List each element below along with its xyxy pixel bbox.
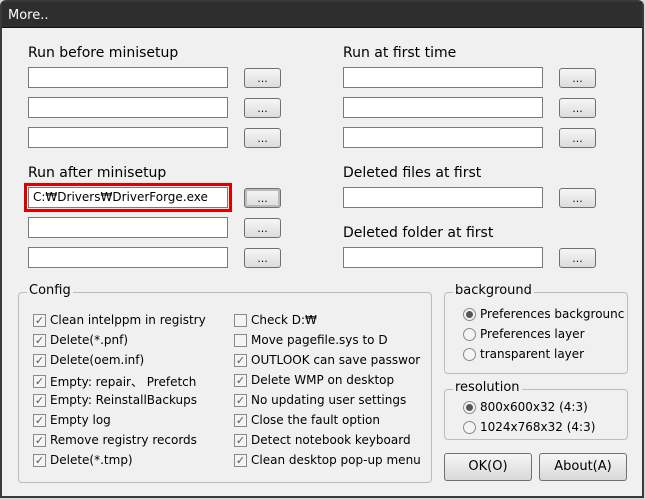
checkbox-box[interactable]: ✓ [33,333,46,347]
browse-button[interactable]: ... [559,98,596,118]
checkbox-box[interactable]: ✓ [234,413,247,427]
checkbox-box[interactable] [234,333,247,347]
background-radio[interactable]: Preferences layer [463,327,585,341]
checkbox-box[interactable]: ✓ [33,393,46,407]
run-after-input[interactable] [28,247,228,268]
checkbox-box[interactable]: ✓ [33,375,46,388]
radio-label: Preferences layer [480,327,585,341]
browse-button[interactable]: ... [559,128,596,148]
checkbox-box[interactable]: ✓ [234,433,247,447]
config-checkbox[interactable]: ✓ Delete(oem.inf) [33,353,144,367]
deleted-folder-input[interactable] [343,247,543,268]
checkbox-label: Delete WMP on desktop [251,373,395,387]
run-first-label: Run at first time [343,45,457,61]
browse-button[interactable]: ... [244,218,281,238]
config-group-title: Config [27,283,73,298]
run-after-label: Run after minisetup [28,165,167,181]
checkbox-box[interactable]: ✓ [234,373,247,387]
checkbox-box[interactable]: ✓ [33,433,46,447]
config-checkbox[interactable]: ✓ Clean desktop pop-up menu [234,453,421,467]
checkbox-label: Clean intelppm in registry [50,313,206,327]
checkbox-label: Delete(*.tmp) [50,453,133,467]
run-before-input[interactable] [28,97,228,118]
browse-button[interactable]: ... [559,248,596,268]
checkbox-label: Empty: repair、 Prefetch [50,375,197,389]
run-before-label: Run before minisetup [28,45,179,61]
checkbox-label: Check D:₩ [251,313,317,327]
checkbox-box[interactable]: ✓ [234,393,247,407]
checkbox-label: Detect notebook keyboard [251,433,411,447]
browse-button[interactable]: ... [244,188,281,208]
run-first-input[interactable] [343,67,543,88]
checkbox-box[interactable]: ✓ [33,313,46,327]
resolution-radio[interactable]: 800x600x32 (4:3) [463,400,588,414]
deleted-files-label: Deleted files at first [343,165,482,181]
checkbox-box[interactable]: ✓ [33,453,46,467]
config-checkbox[interactable]: ✓ Delete WMP on desktop [234,373,394,387]
radio-label: transparent layer [480,347,585,361]
browse-button[interactable]: ... [559,68,596,88]
config-checkbox[interactable]: ✓ No updating user settings [234,393,406,407]
checkbox-box[interactable]: ✓ [33,413,46,427]
config-checkbox[interactable]: ✓ Close the fault option [234,413,380,427]
config-checkbox[interactable]: ✓ Empty log [33,413,111,427]
run-first-input[interactable] [343,127,543,148]
config-checkbox[interactable]: ✓ Clean intelppm in registry [33,313,206,327]
checkbox-label: Empty: ReinstallBackups [50,393,198,407]
radio-dot [466,403,473,411]
browse-button[interactable]: ... [244,68,281,88]
radio-circle[interactable] [463,327,476,341]
radio-circle[interactable] [463,400,476,414]
config-checkbox[interactable]: Check D:₩ [234,313,317,327]
config-checkbox[interactable]: ✓ Empty: ReinstallBackups [33,393,197,407]
radio-dot [466,310,473,318]
run-after-input[interactable] [28,217,228,238]
resolution-radio[interactable]: 1024x768x32 (4:3) [463,420,595,434]
run-first-input[interactable] [343,97,543,118]
checkbox-label: Clean desktop pop-up menu [251,453,421,467]
run-before-input[interactable] [28,67,228,88]
config-checkbox[interactable]: ✓ OUTLOOK can save passwor [234,353,420,367]
checkbox-label: Delete(oem.inf) [50,353,145,367]
run-before-input[interactable] [28,127,228,148]
checkbox-label: Delete(*.pnf) [50,333,129,347]
about-button[interactable]: About(A) [539,453,627,481]
deleted-files-input[interactable] [343,187,543,208]
checkbox-label: Move pagefile.sys to D [251,333,388,347]
browse-button[interactable]: ... [244,128,281,148]
ok-button[interactable]: OK(O) [444,453,532,481]
config-checkbox[interactable]: ✓ Delete(*.tmp) [33,453,133,467]
checkbox-label: Remove registry records [50,433,197,447]
radio-label: 800x600x32 (4:3) [480,400,588,414]
radio-label: 1024x768x32 (4:3) [480,420,596,434]
checkbox-box[interactable]: ✓ [234,453,247,467]
checkbox-box[interactable]: ✓ [33,353,46,367]
deleted-folder-label: Deleted folder at first [343,225,494,241]
radio-circle[interactable] [463,307,476,321]
checkbox-label: Empty log [50,413,111,427]
checkbox-box[interactable] [234,313,247,327]
checkbox-label: No updating user settings [251,393,407,407]
checkbox-box[interactable]: ✓ [234,353,247,367]
browse-button[interactable]: ... [559,188,596,208]
checkbox-label: OUTLOOK can save passwor [251,353,421,367]
radio-circle[interactable] [463,420,476,434]
checkbox-label: Close the fault option [251,413,380,427]
config-checkbox[interactable]: ✓ Detect notebook keyboard [234,433,411,447]
config-checkbox[interactable]: ✓ Empty: repair、 Prefetch [33,373,196,390]
config-checkbox[interactable]: Move pagefile.sys to D [234,333,388,347]
run-after-input[interactable]: C:₩Drivers₩DriverForge.exe [24,183,232,212]
browse-button[interactable]: ... [244,98,281,118]
title-bar: More.. [2,2,642,28]
config-checkbox[interactable]: ✓ Remove registry records [33,433,197,447]
radio-circle[interactable] [463,347,476,361]
background-radio[interactable]: Preferences backgrounc [463,307,624,321]
radio-label: Preferences backgrounc [480,307,625,321]
background-group-title: background [453,283,534,298]
background-radio[interactable]: transparent layer [463,347,584,361]
browse-button[interactable]: ... [244,248,281,268]
config-checkbox[interactable]: ✓ Delete(*.pnf) [33,333,128,347]
resolution-group-title: resolution [453,380,522,395]
